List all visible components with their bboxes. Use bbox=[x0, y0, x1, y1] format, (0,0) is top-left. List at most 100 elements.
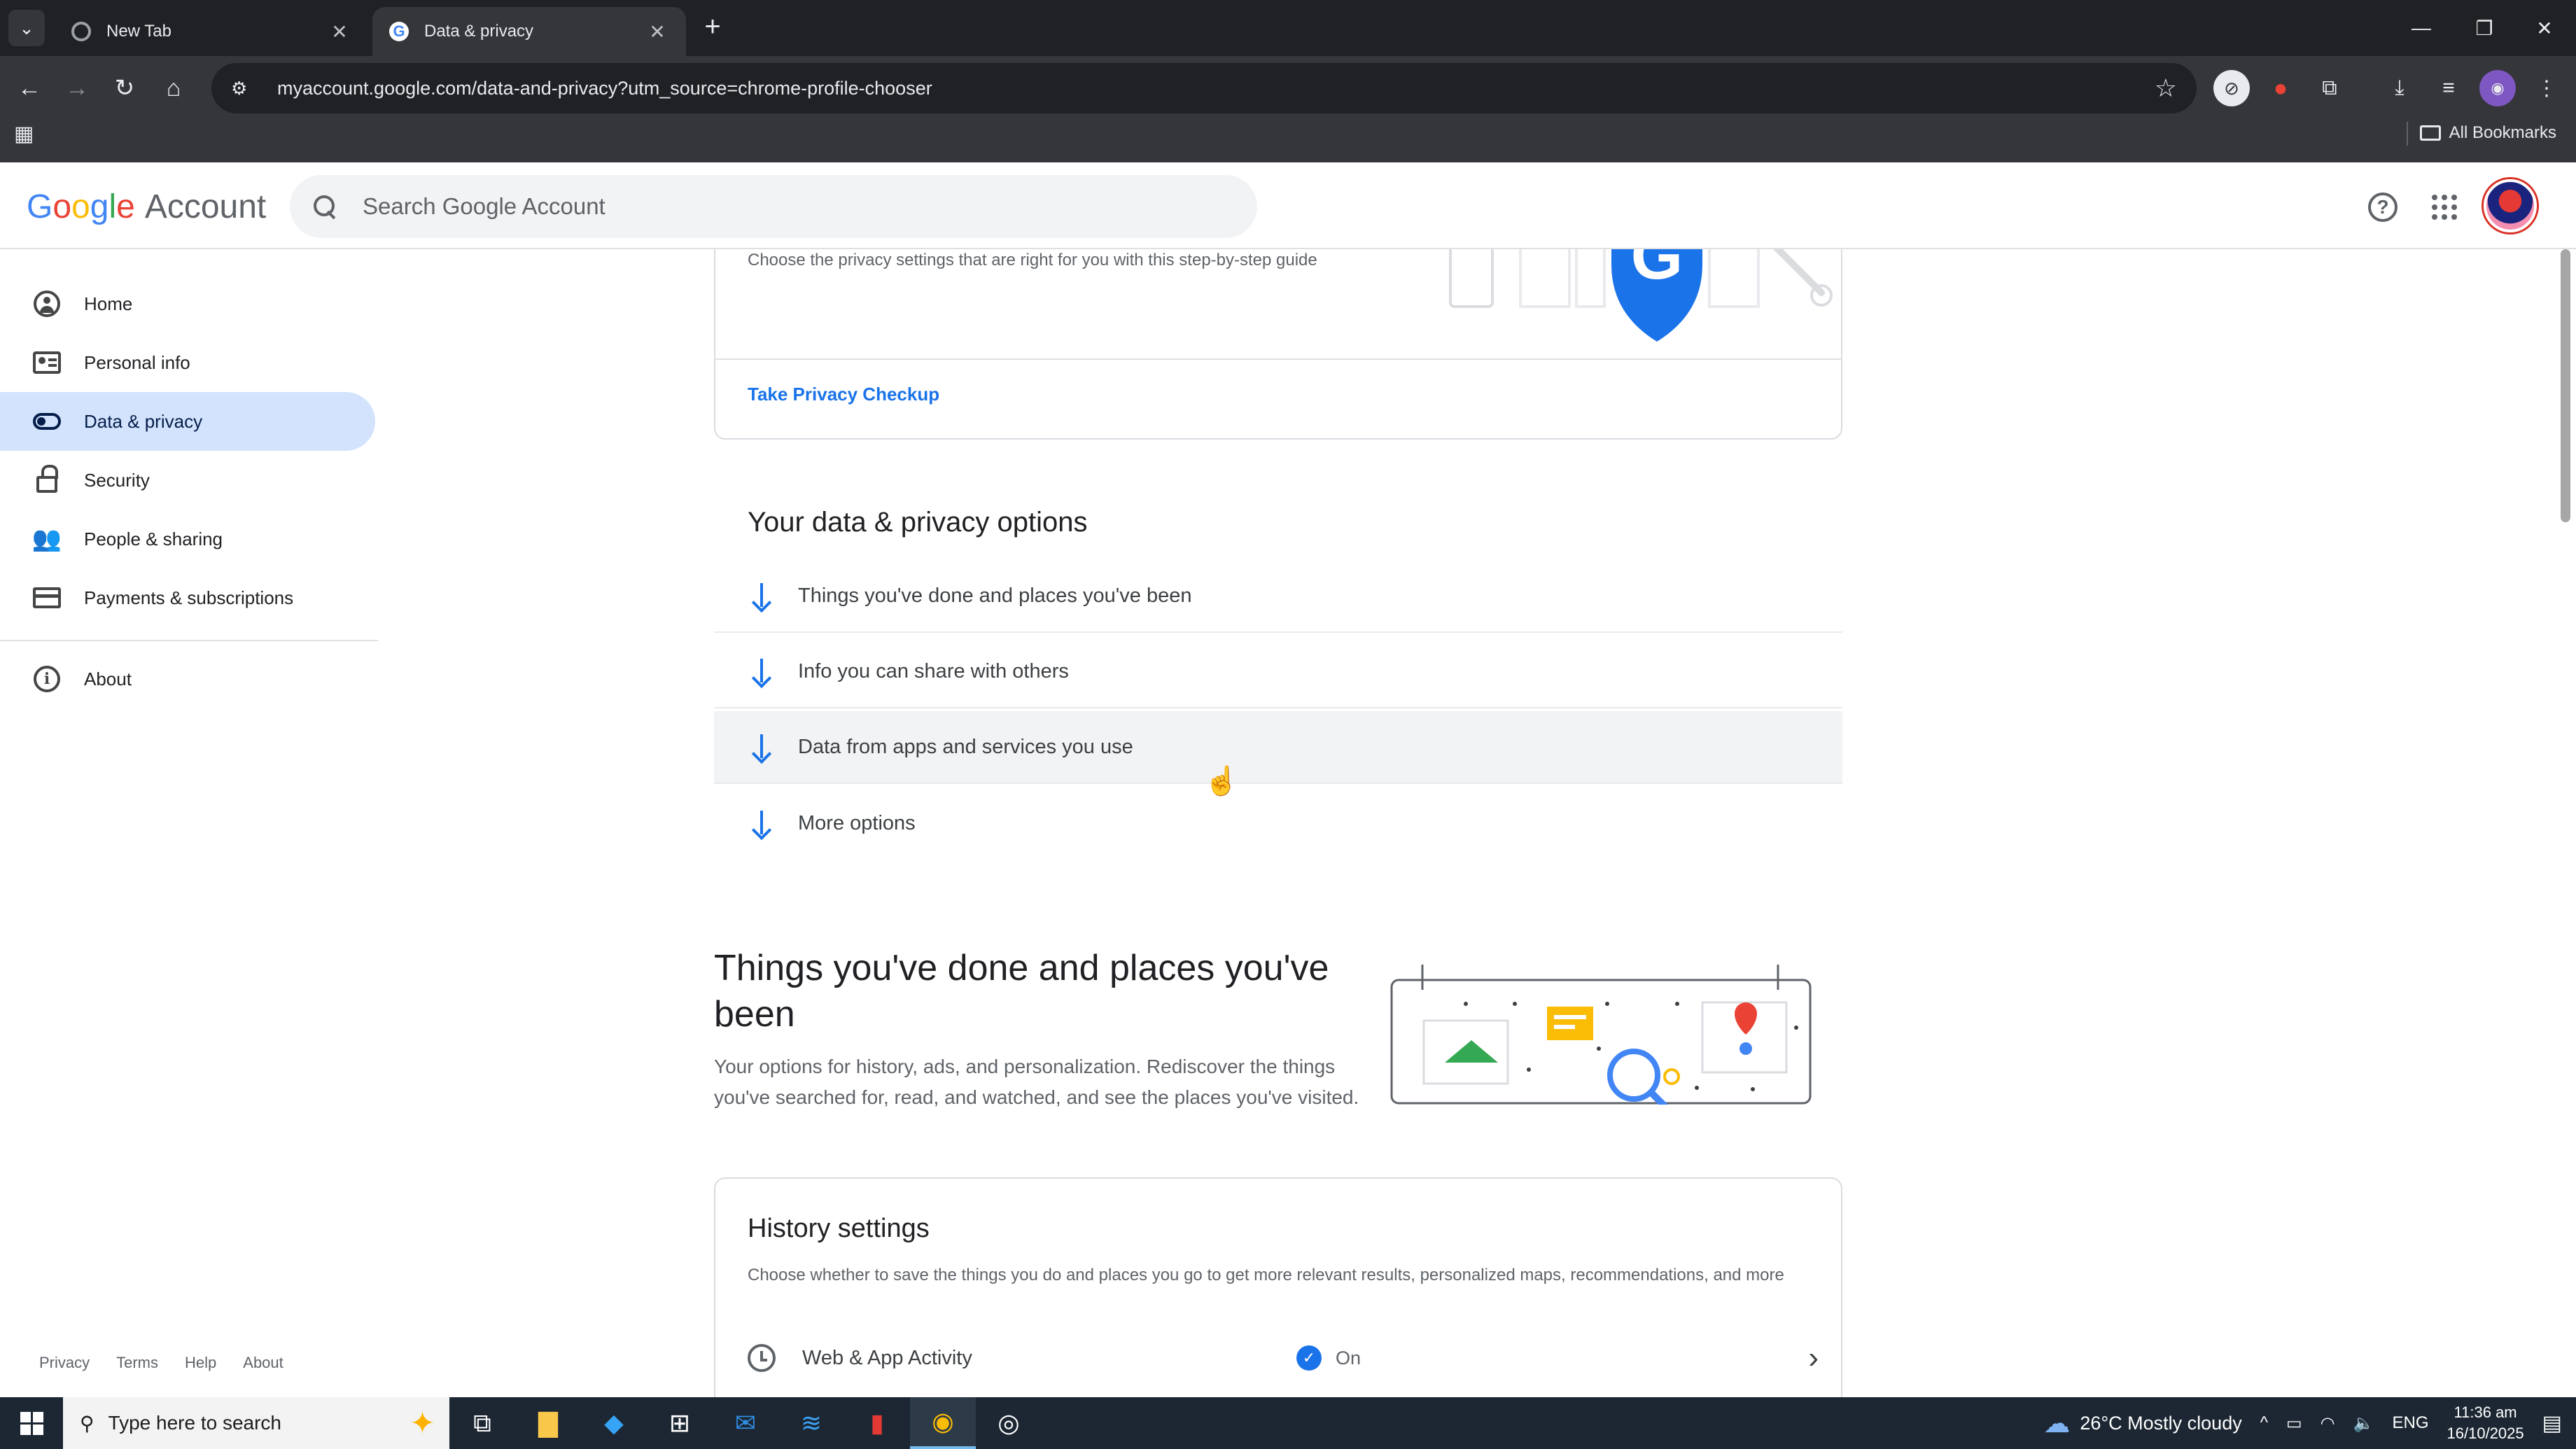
home-button-icon[interactable]: ⌂ bbox=[154, 69, 193, 108]
windows-logo-icon bbox=[20, 1411, 43, 1435]
sidebar-item-label: About bbox=[84, 668, 132, 690]
apps-grid-icon[interactable]: ▦ bbox=[14, 122, 34, 146]
page-scrollbar[interactable] bbox=[2556, 249, 2576, 1397]
help-icon: ? bbox=[2368, 192, 2398, 222]
things-section-title: Things you've done and places you've bee… bbox=[714, 948, 1329, 1035]
close-tab-icon[interactable]: ✕ bbox=[328, 20, 351, 43]
mail-icon[interactable]: ✉ bbox=[713, 1397, 778, 1449]
tab-data-privacy[interactable]: G Data & privacy ✕ bbox=[372, 7, 686, 56]
volume-icon[interactable]: 🔈 bbox=[2353, 1413, 2374, 1434]
new-tab-button[interactable]: + bbox=[697, 11, 728, 43]
sidebar-item-payments[interactable]: Payments & subscriptions bbox=[0, 568, 375, 627]
minimize-icon[interactable]: — bbox=[2397, 8, 2446, 48]
taskbar-clock[interactable]: 11:36 am 16/10/2025 bbox=[2447, 1402, 2524, 1444]
url-text[interactable]: myaccount.google.com/data-and-privacy?ut… bbox=[277, 78, 2155, 99]
site-info-icon[interactable]: ⚙ bbox=[231, 78, 259, 99]
downloads-icon[interactable]: ⤓ bbox=[2381, 70, 2418, 106]
chrome-icon[interactable]: ◉ bbox=[910, 1397, 976, 1449]
copilot-icon[interactable]: ◆ bbox=[581, 1397, 647, 1449]
notifications-icon[interactable]: ▤ bbox=[2542, 1411, 2562, 1436]
extension-icon[interactable]: ⊘ bbox=[2213, 70, 2250, 106]
taskbar-search[interactable]: ⚲ Type here to search ✦ bbox=[63, 1397, 449, 1449]
logo-account-text: Account bbox=[144, 188, 267, 225]
restore-icon[interactable]: ❐ bbox=[2460, 8, 2509, 48]
sidebar-item-label: People & sharing bbox=[84, 528, 223, 550]
tab-search-button[interactable]: ⌄ bbox=[8, 10, 45, 46]
footer-link-terms[interactable]: Terms bbox=[116, 1354, 158, 1372]
logo-letter: o bbox=[71, 188, 90, 225]
account-avatar[interactable] bbox=[2484, 179, 2537, 232]
history-settings-title: History settings bbox=[748, 1214, 930, 1243]
google-apps-button[interactable] bbox=[2425, 188, 2464, 227]
all-bookmarks-button[interactable]: All Bookmarks bbox=[2419, 123, 2556, 143]
sidebar-item-people-sharing[interactable]: 👥 People & sharing bbox=[0, 510, 375, 568]
personal-info-icon bbox=[32, 348, 62, 377]
reload-icon[interactable]: ↻ bbox=[105, 69, 144, 108]
address-bar[interactable]: ⚙ myaccount.google.com/data-and-privacy?… bbox=[211, 63, 2197, 113]
card-divider bbox=[715, 358, 1841, 360]
language-indicator[interactable]: ENG bbox=[2393, 1413, 2429, 1433]
sidebar-item-about[interactable]: i About bbox=[0, 650, 375, 708]
chrome-menu-icon[interactable]: ⋮ bbox=[2528, 70, 2565, 106]
option-label: Info you can share with others bbox=[798, 659, 1069, 682]
sidebar-item-home[interactable]: Home bbox=[0, 274, 375, 333]
option-row-data-apps[interactable]: Data from apps and services you use bbox=[714, 711, 1842, 784]
scrollbar-thumb[interactable] bbox=[2561, 249, 2570, 522]
sidebar-item-security[interactable]: Security bbox=[0, 451, 375, 510]
all-bookmarks-label: All Bookmarks bbox=[2449, 123, 2556, 142]
network-app-icon[interactable]: ≋ bbox=[778, 1397, 844, 1449]
option-row-things-done[interactable]: Things you've done and places you've bee… bbox=[714, 560, 1842, 633]
history-settings-card: History settings Choose whether to save … bbox=[714, 1177, 1842, 1397]
logo-letter: e bbox=[116, 188, 135, 225]
extensions-puzzle-icon[interactable]: ⧉ bbox=[2311, 70, 2348, 106]
reading-list-icon[interactable]: ≡ bbox=[2430, 70, 2467, 106]
apps-grid-icon bbox=[2432, 195, 2457, 220]
store-icon[interactable]: ⊞ bbox=[647, 1397, 713, 1449]
logo-letter: G bbox=[27, 188, 53, 225]
sidebar-item-data-privacy[interactable]: Data & privacy bbox=[0, 392, 375, 451]
lock-icon bbox=[32, 465, 62, 495]
account-search-bar[interactable] bbox=[290, 175, 1257, 238]
info-icon: i bbox=[32, 664, 62, 694]
footer-link-help[interactable]: Help bbox=[185, 1354, 216, 1372]
wifi-icon[interactable]: ◠ bbox=[2320, 1413, 2335, 1434]
profile-avatar-icon[interactable]: ◉ bbox=[2479, 70, 2516, 106]
sidebar-item-personal-info[interactable]: Personal info bbox=[0, 333, 375, 392]
red-app-icon[interactable]: ▮ bbox=[844, 1397, 910, 1449]
start-button[interactable] bbox=[0, 1397, 63, 1449]
check-circle-icon: ✓ bbox=[1296, 1345, 1322, 1371]
weather-widget[interactable]: ☁ 26°C Mostly cloudy bbox=[2043, 1408, 2241, 1439]
folder-icon bbox=[2419, 125, 2441, 141]
take-privacy-checkup-link[interactable]: Take Privacy Checkup bbox=[748, 384, 939, 405]
battery-icon[interactable]: ▭ bbox=[2286, 1413, 2302, 1434]
google-account-header: GoogleAccount ? bbox=[0, 162, 2576, 249]
option-row-more[interactable]: More options bbox=[714, 787, 1842, 860]
search-input[interactable] bbox=[363, 193, 1203, 220]
svg-text:G: G bbox=[1631, 249, 1684, 293]
option-row-info-share[interactable]: Info you can share with others bbox=[714, 636, 1842, 708]
forward-icon[interactable]: → bbox=[57, 69, 97, 108]
tray-chevron-up-icon[interactable]: ^ bbox=[2260, 1413, 2268, 1433]
screen-recorder-icon[interactable]: ◎ bbox=[976, 1397, 1042, 1449]
search-icon: ⚲ bbox=[80, 1412, 94, 1434]
footer-link-about[interactable]: About bbox=[243, 1354, 284, 1372]
bookmark-star-icon[interactable]: ☆ bbox=[2155, 74, 2177, 103]
close-tab-icon[interactable]: ✕ bbox=[645, 20, 669, 43]
file-explorer-icon[interactable]: ▇ bbox=[515, 1397, 581, 1449]
task-view-icon[interactable]: ⧉ bbox=[449, 1397, 515, 1449]
back-icon[interactable]: ← bbox=[10, 69, 49, 108]
arrow-down-icon bbox=[748, 809, 776, 837]
close-window-icon[interactable]: ✕ bbox=[2520, 8, 2569, 48]
option-label: Things you've done and places you've bee… bbox=[798, 584, 1192, 607]
tab-new-tab[interactable]: New Tab ✕ bbox=[55, 7, 368, 56]
sidebar-item-label: Home bbox=[84, 293, 133, 314]
search-icon[interactable] bbox=[311, 192, 339, 220]
option-label: More options bbox=[798, 811, 916, 834]
google-account-logo[interactable]: Google Account bbox=[27, 188, 266, 226]
web-app-activity-row[interactable]: Web & App Activity ✓ On › bbox=[748, 1336, 1819, 1380]
hand-cursor-icon: ☝ bbox=[1204, 766, 1239, 797]
footer-link-privacy[interactable]: Privacy bbox=[39, 1354, 90, 1372]
extension-red-icon[interactable]: ● bbox=[2262, 70, 2299, 106]
help-button[interactable]: ? bbox=[2363, 188, 2402, 227]
bookmark-separator bbox=[2407, 122, 2408, 146]
